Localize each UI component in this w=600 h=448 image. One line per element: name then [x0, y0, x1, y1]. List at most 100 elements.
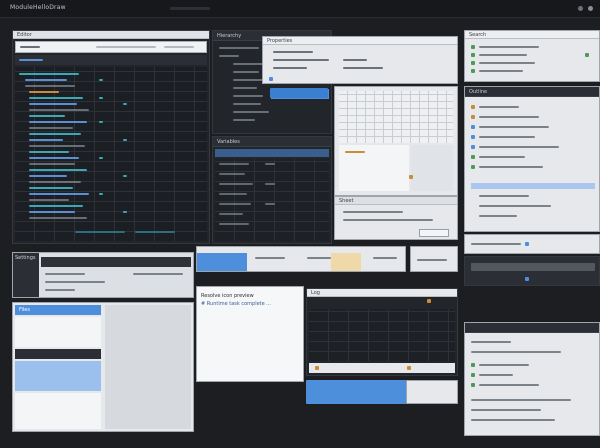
- settings-row[interactable]: [45, 289, 75, 291]
- desktop: ModuleHelloDraw Editor Hierarchy Variabl…: [0, 0, 600, 448]
- settings-row[interactable]: [45, 281, 105, 283]
- tab-label[interactable]: [417, 259, 447, 261]
- dialog-text: [343, 211, 403, 213]
- active-tab[interactable]: [197, 253, 247, 271]
- app-title: ModuleHelloDraw: [10, 4, 66, 11]
- outline-selected-row[interactable]: [471, 183, 595, 189]
- sheet-grid[interactable]: [339, 91, 453, 143]
- details-row: [471, 409, 541, 411]
- files-list[interactable]: [15, 317, 101, 347]
- strip-icon[interactable]: [525, 277, 529, 281]
- properties-title: Properties: [267, 38, 293, 44]
- code-line: [25, 85, 75, 87]
- tree-item[interactable]: [233, 87, 257, 89]
- field-icon: [471, 155, 475, 159]
- property-row[interactable]: [273, 51, 313, 53]
- top-bar: ModuleHelloDraw: [0, 0, 600, 18]
- run-bar[interactable]: [306, 380, 406, 404]
- tree-item[interactable]: [219, 55, 239, 57]
- active-selection-button[interactable]: [270, 88, 328, 98]
- search-result[interactable]: [479, 54, 527, 56]
- tree-item[interactable]: [233, 63, 263, 65]
- search-result[interactable]: [479, 46, 539, 48]
- code-line: [29, 103, 77, 105]
- code-line: [29, 139, 63, 141]
- toolbar-item[interactable]: [164, 46, 194, 48]
- settings-row[interactable]: [45, 273, 85, 275]
- table-column-header[interactable]: [215, 149, 329, 157]
- code-line: [29, 145, 85, 147]
- filter-icon[interactable]: [525, 242, 529, 246]
- log-footer: [309, 363, 455, 373]
- log-panel: Log: [306, 288, 458, 376]
- property-value[interactable]: [343, 59, 367, 61]
- details-panel: [464, 322, 600, 436]
- editor-toolbar: [15, 41, 207, 53]
- tree-item[interactable]: [219, 47, 259, 49]
- toolbar-item[interactable]: [96, 46, 156, 48]
- outline-item[interactable]: [479, 116, 539, 118]
- tree-item[interactable]: [233, 95, 263, 97]
- tree-item[interactable]: [233, 119, 255, 121]
- property-value[interactable]: [343, 67, 383, 69]
- files-title: Files: [19, 307, 30, 313]
- table-header: Variables: [213, 137, 331, 147]
- code-line: [29, 211, 75, 213]
- outline-item[interactable]: [479, 136, 535, 138]
- outline-item[interactable]: [479, 195, 529, 197]
- code-line: [29, 187, 73, 189]
- path-segment[interactable]: [19, 59, 43, 61]
- close-icon[interactable]: [588, 6, 593, 11]
- window-menu-icon[interactable]: [578, 6, 583, 11]
- files-selection[interactable]: [15, 361, 101, 391]
- search-header: Search: [465, 31, 599, 39]
- status-icon: [471, 373, 475, 377]
- filter-strip: [464, 234, 600, 254]
- hierarchy-title: Hierarchy: [217, 33, 242, 39]
- tree-item[interactable]: [233, 111, 269, 113]
- outline-item[interactable]: [479, 126, 549, 128]
- strip-bar: [471, 263, 595, 271]
- table-body[interactable]: [215, 159, 329, 241]
- settings-value[interactable]: [133, 273, 183, 275]
- code-area[interactable]: [15, 67, 207, 241]
- table-cell: [219, 193, 247, 195]
- property-row[interactable]: [273, 67, 307, 69]
- code-line: [29, 109, 89, 111]
- property-row[interactable]: [273, 59, 329, 61]
- outline-item[interactable]: [479, 215, 517, 217]
- outline-item[interactable]: [479, 106, 519, 108]
- table-cell: [219, 213, 243, 215]
- log-grid[interactable]: [309, 309, 455, 361]
- outline-item[interactable]: [479, 166, 543, 168]
- code-line: [25, 79, 67, 81]
- field-icon: [471, 165, 475, 169]
- sheet-mark: [345, 151, 365, 153]
- outline-title: Outline: [469, 89, 488, 95]
- dialog-ok-button[interactable]: [419, 229, 449, 237]
- tab-label[interactable]: [255, 257, 285, 259]
- outline-item[interactable]: [479, 146, 559, 148]
- tab-label[interactable]: [373, 257, 397, 259]
- outline-item[interactable]: [479, 156, 525, 158]
- tab-label[interactable]: [307, 257, 331, 259]
- outline-item[interactable]: [479, 205, 551, 207]
- details-row: [479, 374, 513, 376]
- tree-item[interactable]: [233, 103, 261, 105]
- log-header: Log: [307, 289, 457, 297]
- tab-editor[interactable]: Editor: [17, 32, 32, 38]
- search-result[interactable]: [479, 62, 535, 64]
- table-cell: [219, 203, 251, 205]
- details-row: [471, 419, 555, 421]
- warning-icon: [315, 366, 319, 370]
- warning-icon: [409, 175, 413, 179]
- highlight-tab[interactable]: [331, 253, 361, 271]
- tree-item[interactable]: [233, 71, 259, 73]
- toolbar-item[interactable]: [20, 46, 40, 48]
- files-preview: [105, 305, 191, 429]
- search-result[interactable]: [479, 70, 523, 72]
- details-row: [479, 384, 539, 386]
- console-line: # Runtime task complete ...: [201, 301, 272, 307]
- files-list-lower[interactable]: [15, 393, 101, 429]
- code-token: [99, 79, 103, 81]
